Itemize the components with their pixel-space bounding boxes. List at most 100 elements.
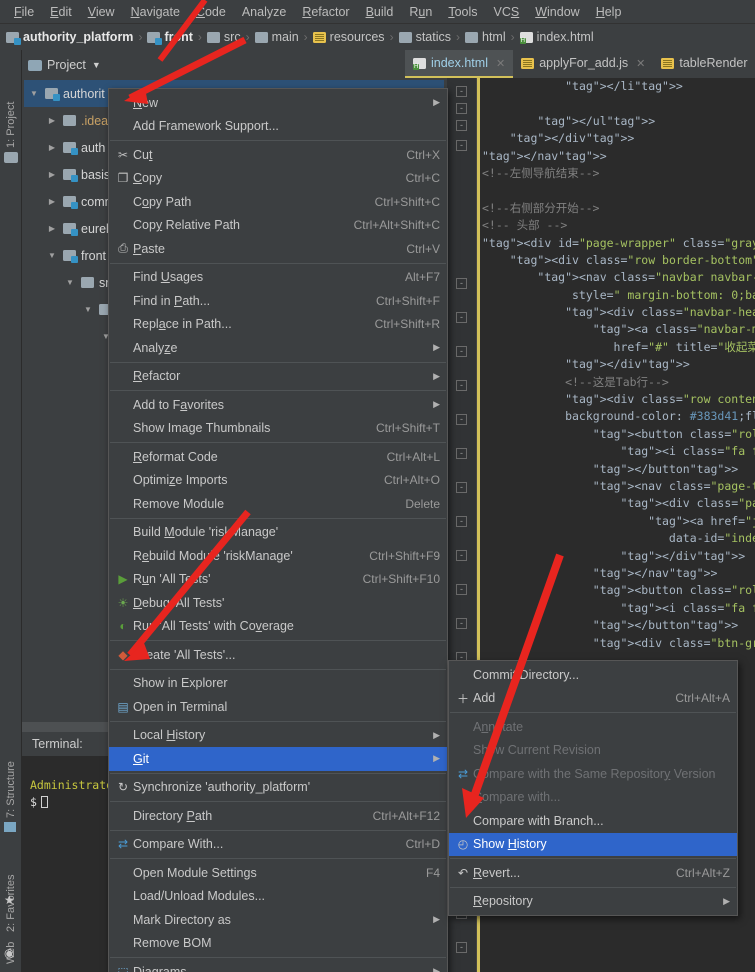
code-fold-marker[interactable]: - (456, 346, 467, 357)
menu-item-vcs[interactable]: VCS (486, 3, 528, 21)
breadcrumb-item-front[interactable]: front (147, 30, 193, 45)
context-menu-item-load-unload-modules[interactable]: Load/Unload Modules... (109, 885, 447, 909)
editor-tab-applyfor-add-js[interactable]: applyFor_add.js ✕ (513, 50, 653, 78)
sidebar-item-structure[interactable]: 7: Structure (0, 718, 22, 818)
context-menu-item-reformat-code[interactable]: Reformat Code Ctrl+Alt+L (109, 445, 447, 469)
context-menu-item-replace-in-path[interactable]: Replace in Path... Ctrl+Shift+R (109, 313, 447, 337)
code-fold-marker[interactable]: - (456, 550, 467, 561)
context-menu-item-find-in-path[interactable]: Find in Path... Ctrl+Shift+F (109, 289, 447, 313)
menu-item-code[interactable]: Code (188, 3, 234, 21)
breadcrumb-item-src[interactable]: src (206, 30, 241, 44)
context-menu-item-find-usages[interactable]: Find Usages Alt+F7 (109, 266, 447, 290)
context-menu-item-remove-bom[interactable]: Remove BOM (109, 932, 447, 956)
chevron-right-icon[interactable]: ▶ (46, 197, 58, 206)
code-fold-marker[interactable]: - (456, 482, 467, 493)
code-fold-marker[interactable]: - (456, 618, 467, 629)
chevron-down-icon[interactable]: ▼ (82, 305, 94, 314)
sidebar-item-project[interactable]: 1: Project (0, 62, 22, 148)
breadcrumb-item-authority-platform[interactable]: authority_platform (6, 30, 133, 45)
chevron-right-icon[interactable]: ▶ (46, 224, 58, 233)
context-menu-item-mark-directory-as[interactable]: Mark Directory as ▶ (109, 908, 447, 932)
context-menu-item-add-to-favorites[interactable]: Add to Favorites ▶ (109, 393, 447, 417)
context-menu-item-local-history[interactable]: Local History ▶ (109, 724, 447, 748)
context-menu-item-create--all-tests[interactable]: ◆ Create 'All Tests'... (109, 643, 447, 667)
breadcrumb-item-statics[interactable]: statics (398, 30, 451, 44)
code-fold-marker[interactable]: - (456, 584, 467, 595)
breadcrumb-item-main[interactable]: main (254, 30, 299, 44)
breadcrumb-item-html[interactable]: html (465, 30, 506, 44)
context-menu-item-show-in-explorer[interactable]: Show in Explorer (109, 672, 447, 696)
context-menu-item-copy-path[interactable]: Copy Path Ctrl+Shift+C (109, 190, 447, 214)
context-menu-item-copy[interactable]: ❐ Copy Ctrl+C (109, 167, 447, 191)
menu-item-run[interactable]: Run (401, 3, 440, 21)
git-menu-item-commit-directory[interactable]: Commit Directory... (449, 663, 737, 687)
code-fold-marker[interactable]: - (456, 448, 467, 459)
context-menu-item-optimize-imports[interactable]: Optimize Imports Ctrl+Alt+O (109, 469, 447, 493)
context-menu-item-debug--all-tests[interactable]: ☀ Debug 'All Tests' (109, 591, 447, 615)
project-context-menu[interactable]: New ▶ Add Framework Support... ✂ Cut Ctrl+X ❐ C… (108, 88, 448, 972)
breadcrumb-item-resources[interactable]: resources (312, 30, 385, 44)
context-menu-item-refactor[interactable]: Refactor ▶ (109, 365, 447, 389)
code-fold-marker[interactable]: - (456, 414, 467, 425)
menu-item-refactor[interactable]: Refactor (294, 3, 357, 21)
context-menu-item-cut[interactable]: ✂ Cut Ctrl+X (109, 143, 447, 167)
menu-item-edit[interactable]: Edit (42, 3, 80, 21)
chevron-right-icon[interactable]: ▶ (46, 170, 58, 179)
chevron-down-icon[interactable]: ▼ (92, 60, 101, 70)
context-menu-item-build-module--riskmanage[interactable]: Build Module 'riskManage' (109, 521, 447, 545)
code-fold-marker[interactable]: - (456, 312, 467, 323)
context-menu-item-paste[interactable]: ⎙ Paste Ctrl+V (109, 237, 447, 261)
git-menu-item-compare-with-branch[interactable]: Compare with Branch... (449, 809, 737, 833)
menu-item-navigate[interactable]: Navigate (123, 3, 188, 21)
context-menu-item-diagrams[interactable]: ⬚ Diagrams ▶ (109, 960, 447, 972)
context-menu-item-rebuild-module--riskmanage[interactable]: Rebuild Module 'riskManage' Ctrl+Shift+F9 (109, 544, 447, 568)
context-menu-item-open-in-terminal[interactable]: ▤ Open in Terminal (109, 695, 447, 719)
context-menu-item-compare-with[interactable]: ⇄ Compare With... Ctrl+D (109, 833, 447, 857)
editor-tab-index-html[interactable]: index.html ✕ (405, 50, 514, 78)
git-submenu[interactable]: Commit Directory... ＋ Add Ctrl+Alt+A Annotat… (448, 660, 738, 916)
chevron-right-icon[interactable]: ▶ (46, 143, 58, 152)
menu-item-file[interactable]: File (6, 3, 42, 21)
context-menu-item-directory-path[interactable]: Directory Path Ctrl+Alt+F12 (109, 804, 447, 828)
code-fold-marker[interactable]: - (456, 140, 467, 151)
menu-item-window[interactable]: Window (527, 3, 587, 21)
code-fold-marker[interactable]: - (456, 278, 467, 289)
git-menu-item-add[interactable]: ＋ Add Ctrl+Alt+A (449, 687, 737, 711)
code-fold-marker[interactable]: - (456, 120, 467, 131)
menu-item-build[interactable]: Build (358, 3, 402, 21)
context-menu-item-open-module-settings[interactable]: Open Module Settings F4 (109, 861, 447, 885)
code-fold-marker[interactable]: - (456, 380, 467, 391)
context-menu-item-show-image-thumbnails[interactable]: Show Image Thumbnails Ctrl+Shift+T (109, 417, 447, 441)
context-menu-item-git[interactable]: Git ▶ (109, 747, 447, 771)
context-menu-item-add-framework-support[interactable]: Add Framework Support... (109, 115, 447, 139)
code-line: "tag"></li"tag">> (565, 79, 683, 93)
context-menu-item-analyze[interactable]: Analyze ▶ (109, 336, 447, 360)
git-menu-item-revert[interactable]: ↶ Revert... Ctrl+Alt+Z (449, 861, 737, 885)
context-menu-item-copy-relative-path[interactable]: Copy Relative Path Ctrl+Alt+Shift+C (109, 214, 447, 238)
code-fold-marker[interactable]: - (456, 942, 467, 953)
close-icon[interactable]: ✕ (636, 57, 645, 70)
menu-item-analyze[interactable]: Analyze (234, 3, 294, 21)
editor-tab-bar[interactable]: index.html ✕ applyFor_add.js ✕ tableRender (405, 50, 755, 78)
git-menu-item-repository[interactable]: Repository ▶ (449, 890, 737, 914)
chevron-down-icon[interactable]: ▼ (46, 251, 58, 260)
context-menu-item-synchronize--authority-platform[interactable]: ↻ Synchronize 'authority_platform' (109, 776, 447, 800)
context-menu-item-new[interactable]: New ▶ (109, 91, 447, 115)
context-menu-item-run--all-tests[interactable]: ▶ Run 'All Tests' Ctrl+Shift+F10 (109, 568, 447, 592)
code-fold-marker[interactable]: - (456, 103, 467, 114)
menu-item-help[interactable]: Help (588, 3, 630, 21)
menu-item-view[interactable]: View (80, 3, 123, 21)
menu-item-tools[interactable]: Tools (440, 3, 485, 21)
breadcrumb-item-index-html[interactable]: index.html (519, 30, 594, 44)
chevron-right-icon[interactable]: ▶ (46, 116, 58, 125)
chevron-down-icon[interactable]: ▼ (64, 278, 76, 287)
git-menu-item-show-history[interactable]: ◴ Show History (449, 832, 737, 856)
main-menu-bar[interactable]: File Edit View Navigate Code Analyze Ref… (0, 0, 755, 24)
context-menu-item-remove-module[interactable]: Remove Module Delete (109, 492, 447, 516)
code-fold-marker[interactable]: - (456, 86, 467, 97)
context-menu-item-run--all-tests--with-coverage[interactable]: ◐ Run 'All Tests' with Coverage (109, 615, 447, 639)
close-icon[interactable]: ✕ (496, 57, 505, 70)
code-fold-marker[interactable]: - (456, 516, 467, 527)
chevron-down-icon[interactable]: ▼ (28, 89, 40, 98)
editor-tab-tablerender[interactable]: tableRender (653, 50, 755, 78)
